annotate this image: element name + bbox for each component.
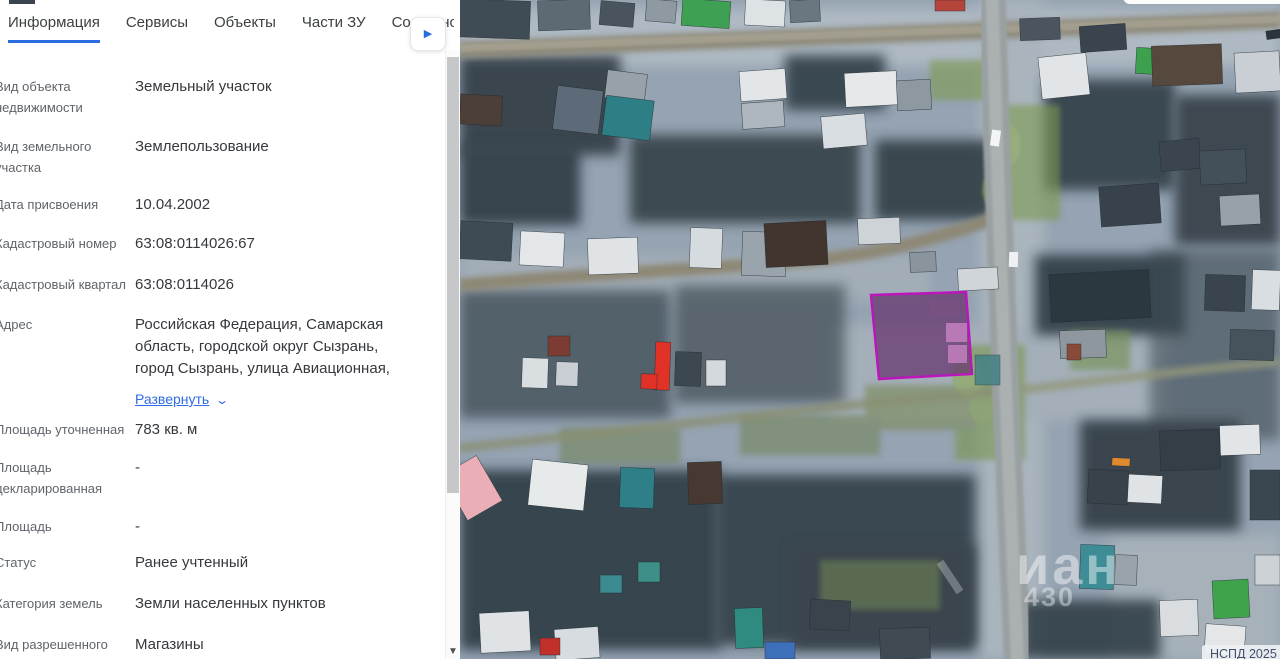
attribute-value: - — [135, 457, 419, 499]
attribute-row: Площадь - — [0, 516, 440, 538]
attribute-label: Адрес — [0, 314, 135, 411]
attribute-value: Ранее учтенный — [135, 552, 419, 574]
attribute-row: Вид объекта недвижимости Земельный участ… — [0, 76, 440, 118]
attribute-row: Площадь уточненная 783 кв. м — [0, 419, 440, 441]
tab-services[interactable]: Сервисы — [126, 14, 188, 40]
attribute-row: Площадь декларированная - — [0, 457, 440, 499]
attribute-label: Вид объекта недвижимости — [0, 76, 135, 118]
attribute-label: Дата присвоения — [0, 194, 135, 216]
attribute-row: Кадастровый номер 63:08:0114026:67 — [0, 233, 440, 255]
cadastral-map-app: Информация Сервисы Объекты Части ЗУ Сост… — [0, 0, 1280, 659]
attribute-label: Кадастровый номер — [0, 233, 135, 255]
attribute-value: 63:08:0114026 — [135, 274, 419, 296]
attribute-label: Категория земель — [0, 593, 135, 615]
attribute-row: Дата присвоения 10.04.2002 — [0, 194, 440, 216]
parcel-attributes: Вид объекта недвижимости Земельный участ… — [0, 50, 446, 659]
scrollbar-down-arrow-icon[interactable]: ▼ — [446, 645, 460, 659]
tabs-scroll-right-button[interactable]: ▶ — [410, 17, 446, 51]
chevron-right-icon: ▶ — [424, 29, 432, 40]
tab-information[interactable]: Информация — [8, 14, 100, 43]
selected-parcel[interactable] — [871, 292, 972, 379]
svg-text:430: 430 — [1024, 582, 1075, 612]
attribute-value: - — [135, 516, 419, 538]
attribute-label: Площадь уточненная — [0, 419, 135, 441]
attribute-row: Статус Ранее учтенный — [0, 552, 440, 574]
tab-objects[interactable]: Объекты — [214, 14, 276, 40]
attribute-row: Категория земель Земли населенных пункто… — [0, 593, 440, 615]
attribute-label: Площадь декларированная — [0, 457, 135, 499]
attribute-value: Землепользование — [135, 136, 419, 178]
attribute-label: Вид разрешенного — [0, 634, 135, 656]
panel-scrollbar[interactable]: ▼ — [445, 50, 460, 659]
parcel-info-panel: Информация Сервисы Объекты Части ЗУ Сост… — [0, 0, 460, 659]
attribute-value: Земли населенных пунктов — [135, 593, 419, 615]
map-canvas[interactable]: иан 430 НСПД 2025 — [460, 0, 1280, 659]
attribute-label: Кадастровый квартал — [0, 274, 135, 296]
attribute-value: 10.04.2002 — [135, 194, 419, 216]
attribute-row: Вид земельного участка Землепользование — [0, 136, 440, 178]
clipped-content-fragment — [9, 0, 35, 4]
expand-address-link[interactable]: Развернуть — [135, 388, 209, 410]
map-attribution: НСПД 2025 — [1202, 645, 1280, 659]
chevron-down-icon[interactable]: ⌄ — [215, 389, 229, 411]
attribute-value: Земельный участок — [135, 76, 419, 118]
attribute-label: Вид земельного участка — [0, 136, 135, 178]
map-toolbar-fragment[interactable] — [1123, 0, 1280, 4]
tab-parcel-parts[interactable]: Части ЗУ — [302, 14, 366, 40]
attribute-row: Вид разрешенного Магазины — [0, 634, 440, 656]
parcel-polygon — [871, 292, 972, 379]
scrollbar-thumb[interactable] — [447, 57, 459, 493]
svg-text:НСПД 2025: НСПД 2025 — [1210, 647, 1277, 659]
attribute-row-address: Адрес Российская Федерация, Самарская об… — [0, 314, 440, 411]
cadastral-number-value: 63:08:0114026:67 — [135, 233, 419, 255]
attribute-value: 783 кв. м — [135, 419, 419, 441]
attribute-label: Площадь — [0, 516, 135, 538]
panel-tabs: Информация Сервисы Объекты Части ЗУ Сост… — [0, 14, 454, 50]
attribute-label: Статус — [0, 552, 135, 574]
address-value: Российская Федерация, Самарская область,… — [135, 314, 419, 411]
attribute-row: Кадастровый квартал 63:08:0114026 — [0, 274, 440, 296]
attribute-value: Магазины — [135, 634, 419, 656]
address-text: Российская Федерация, Самарская область,… — [135, 316, 390, 377]
